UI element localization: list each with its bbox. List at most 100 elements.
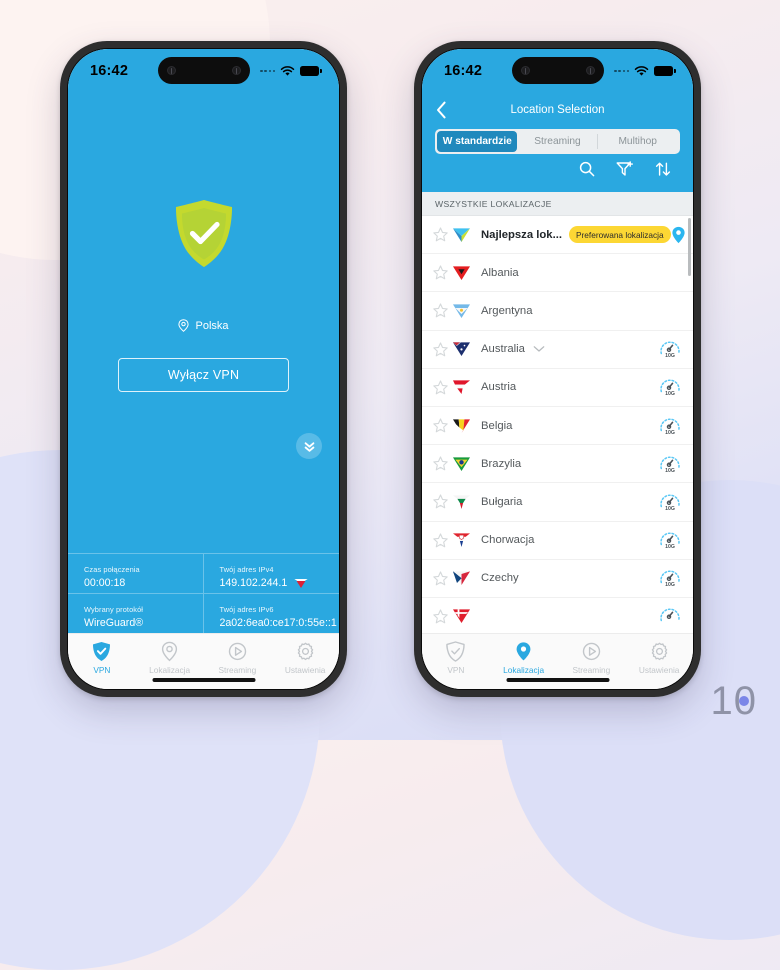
segment-divider bbox=[597, 134, 599, 149]
speed-label: 10G bbox=[665, 506, 675, 512]
gear-icon bbox=[651, 642, 667, 661]
tab-lokalizacja[interactable]: Lokalizacja bbox=[490, 641, 558, 675]
phone-screen-left: 16:42 Polska Wyłącz VPN Czas połączenia … bbox=[67, 48, 340, 690]
speed-gauge-icon[interactable]: 10G bbox=[659, 377, 681, 397]
favorite-star-icon[interactable] bbox=[433, 418, 451, 433]
tab-w-standardzie[interactable]: W standardzie bbox=[437, 131, 518, 152]
list-item[interactable]: Austria 10G bbox=[422, 369, 693, 407]
info-cell-duration: Czas połączenia 00:00:18 bbox=[68, 553, 204, 593]
home-indicator bbox=[152, 677, 255, 682]
search-icon[interactable] bbox=[579, 161, 595, 177]
speed-gauge-icon[interactable]: 10G bbox=[659, 416, 681, 436]
dynamic-island bbox=[511, 57, 604, 84]
tab-ustawienia[interactable]: Ustawienia bbox=[271, 641, 339, 675]
collapse-panel-button[interactable] bbox=[296, 433, 322, 459]
location-header: Location Selection W standardzie Streami… bbox=[422, 93, 693, 192]
current-location-display: Polska bbox=[178, 319, 229, 332]
favorite-star-icon[interactable] bbox=[433, 227, 451, 242]
favorite-star-icon[interactable] bbox=[433, 571, 451, 586]
watermark-dot bbox=[739, 696, 749, 706]
tab-streaming[interactable]: Streaming bbox=[517, 131, 597, 152]
list-item[interactable]: Argentyna bbox=[422, 292, 693, 331]
list-item[interactable]: Czechy 10G bbox=[422, 560, 693, 598]
tab-label: Lokalizacja bbox=[503, 665, 545, 675]
speed-gauge-icon[interactable]: 10G bbox=[659, 454, 681, 474]
favorite-star-icon[interactable] bbox=[433, 494, 451, 509]
speed-gauge-icon[interactable] bbox=[659, 606, 681, 626]
wifi-icon bbox=[280, 65, 295, 76]
favorite-star-icon[interactable] bbox=[433, 342, 451, 357]
sensor-icon bbox=[231, 66, 241, 75]
sort-icon[interactable] bbox=[655, 161, 671, 177]
belgium-flag-icon bbox=[452, 418, 478, 434]
chevron-double-down-icon bbox=[304, 441, 314, 452]
speed-gauge-icon[interactable]: 10G bbox=[659, 530, 681, 550]
tab-label: Ustawienia bbox=[638, 665, 680, 675]
tab-vpn[interactable]: VPN bbox=[68, 641, 136, 675]
best-location-flag-icon bbox=[452, 227, 478, 243]
list-item[interactable]: Australia 10G bbox=[422, 331, 693, 369]
favorite-star-icon[interactable] bbox=[433, 265, 451, 280]
list-item[interactable]: Bułgaria 10G bbox=[422, 483, 693, 522]
info-cell-ipv4: Twój adres IPv4 149.102.244.1 bbox=[203, 553, 340, 593]
vpn-main-panel: Polska Wyłącz VPN bbox=[68, 93, 339, 553]
bottom-tab-bar-right: VPN Lokalizacja Streaming Ustawienia bbox=[422, 633, 693, 689]
speed-gauge-icon[interactable]: 10G bbox=[659, 568, 681, 588]
tab-label: Lokalizacja bbox=[149, 665, 191, 675]
tab-multihop[interactable]: Multihop bbox=[598, 131, 678, 152]
tab-streaming[interactable]: Streaming bbox=[558, 641, 626, 675]
battery-icon bbox=[654, 66, 676, 76]
list-item[interactable]: Brazylia 10G bbox=[422, 445, 693, 484]
tab-label: Streaming bbox=[572, 665, 611, 675]
denmark-flag-icon bbox=[452, 608, 478, 624]
speed-label: 10G bbox=[665, 544, 675, 550]
location-pin-icon bbox=[178, 319, 190, 332]
favorite-star-icon[interactable] bbox=[433, 533, 451, 548]
gear-icon bbox=[297, 642, 313, 661]
connection-status-shield bbox=[171, 198, 237, 275]
play-circle-icon bbox=[228, 642, 247, 661]
speed-gauge-icon[interactable]: 10G bbox=[659, 492, 681, 512]
tab-streaming[interactable]: Streaming bbox=[204, 641, 272, 675]
location-list[interactable]: Najlepsza lok... Preferowana lokalizacja bbox=[422, 216, 693, 633]
list-item[interactable]: Albania bbox=[422, 254, 693, 293]
back-button[interactable] bbox=[436, 101, 447, 119]
favorite-star-icon[interactable] bbox=[433, 609, 451, 624]
info-cell-protocol: Wybrany protokół WireGuard® bbox=[68, 593, 204, 633]
tab-ustawienia[interactable]: Ustawienia bbox=[625, 641, 693, 675]
tab-label: Streaming bbox=[218, 665, 257, 675]
phone-mockup-vpn-screen: 16:42 Polska Wyłącz VPN Czas połączenia … bbox=[60, 41, 347, 697]
location-name: Chorwacja bbox=[481, 534, 535, 547]
filter-add-icon[interactable] bbox=[616, 161, 634, 177]
info-label: Twój adres IPv6 bbox=[219, 605, 274, 614]
info-value: 149.102.244.1 bbox=[220, 577, 340, 589]
list-item[interactable]: Najlepsza lok... Preferowana lokalizacja bbox=[422, 216, 693, 255]
austria-flag-icon bbox=[452, 379, 478, 395]
info-label: Czas połączenia bbox=[84, 565, 140, 574]
location-pin-icon[interactable] bbox=[671, 226, 686, 244]
favorite-star-icon[interactable] bbox=[433, 380, 451, 395]
status-bar-time: 16:42 bbox=[90, 63, 129, 79]
location-name: Bułgaria bbox=[481, 495, 523, 508]
info-value: 2a02:6ea0:ce17:0:55e::1 bbox=[219, 617, 337, 629]
row-actions: 10G bbox=[659, 416, 681, 436]
camera-icon bbox=[520, 66, 530, 75]
list-item[interactable] bbox=[422, 598, 693, 633]
connection-info-grid: Czas połączenia 00:00:18 Twój adres IPv4… bbox=[68, 553, 339, 633]
list-scrollbar[interactable] bbox=[687, 218, 691, 276]
poland-flag-icon bbox=[294, 578, 308, 588]
disconnect-vpn-button[interactable]: Wyłącz VPN bbox=[118, 358, 289, 392]
row-actions bbox=[659, 606, 681, 626]
favorite-star-icon[interactable] bbox=[433, 456, 451, 471]
info-cell-ipv6: Twój adres IPv6 2a02:6ea0:ce17:0:55e::1 bbox=[203, 593, 339, 633]
speed-label: 10G bbox=[665, 392, 675, 398]
tab-lokalizacja[interactable]: Lokalizacja bbox=[136, 641, 204, 675]
tab-vpn[interactable]: VPN bbox=[422, 641, 490, 675]
wifi-icon bbox=[634, 65, 649, 76]
speed-gauge-icon[interactable]: 10G bbox=[659, 339, 681, 359]
status-bar-indicators bbox=[614, 65, 676, 77]
favorite-star-icon[interactable] bbox=[433, 303, 451, 318]
expand-chevron-down-icon[interactable] bbox=[533, 345, 545, 353]
list-item[interactable]: Belgia 10G bbox=[422, 407, 693, 446]
list-item[interactable]: Chorwacja 10G bbox=[422, 522, 693, 560]
